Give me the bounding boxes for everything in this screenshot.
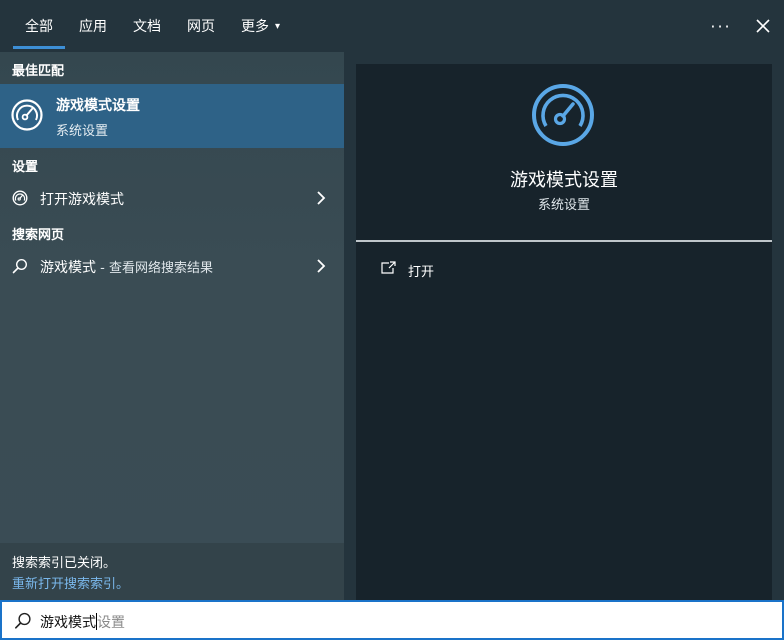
section-settings: 设置 [12, 160, 39, 175]
preview-title: 游戏模式设置 [510, 170, 618, 191]
web-item-text: 游戏模式 - 查看网络搜索结果 [40, 257, 213, 277]
pane-edge [772, 52, 784, 600]
tab-all[interactable]: 全部 [12, 0, 66, 52]
caret-down-icon: ▾ [275, 20, 281, 32]
section-web: 搜索网页 [12, 228, 65, 243]
preview-divider [356, 240, 772, 242]
chevron-right-icon [317, 259, 326, 273]
tab-documents[interactable]: 文档 [120, 0, 174, 52]
search-icon [12, 258, 28, 274]
tab-more-label: 更多 [241, 19, 269, 35]
search-box[interactable]: 游戏模式设置 [0, 600, 784, 640]
tab-web[interactable]: 网页 [174, 0, 228, 52]
search-typed-text: 游戏模式 [40, 615, 96, 631]
best-match-title: 游戏模式设置 [56, 98, 140, 114]
preview-subtitle: 系统设置 [537, 198, 590, 213]
preview-pane: 游戏模式设置 系统设置 打开 [356, 64, 772, 600]
tab-web-label: 网页 [187, 19, 215, 35]
settings-item-label: 打开游戏模式 [40, 192, 124, 208]
best-match-item[interactable]: 游戏模式设置 系统设置 [0, 84, 344, 148]
tab-all-label: 全部 [25, 19, 53, 35]
reenable-index-link[interactable]: 重新打开搜索索引。 [12, 573, 129, 592]
gauge-icon [11, 99, 43, 131]
tab-more[interactable]: 更多 ▾ [228, 0, 293, 52]
filter-tabs: 全部 应用 文档 网页 更多 ▾ [12, 0, 293, 52]
header-bar: 全部 应用 文档 网页 更多 ▾ ··· [0, 0, 784, 52]
close-button[interactable] [742, 0, 784, 52]
settings-item-open-game-mode[interactable]: 打开游戏模式 [0, 180, 344, 216]
search-input[interactable]: 游戏模式设置 [40, 612, 125, 632]
header-actions: ··· [700, 0, 784, 52]
gauge-icon [12, 190, 28, 206]
search-icon [15, 612, 31, 629]
results-pane: 最佳匹配 游戏模式设置 系统设置 设置 打开游戏模式 搜索网页 游戏模式 - 查… [0, 52, 344, 600]
tab-apps-label: 应用 [79, 19, 107, 35]
tab-apps[interactable]: 应用 [66, 0, 120, 52]
gauge-icon [532, 84, 594, 146]
pane-gap [344, 52, 356, 600]
web-item-game-mode[interactable]: 游戏模式 - 查看网络搜索结果 [0, 248, 344, 284]
chevron-right-icon [317, 191, 326, 205]
open-icon [381, 261, 396, 274]
ellipsis-icon: ··· [710, 16, 732, 36]
search-suggestion-text: 设置 [97, 615, 125, 631]
tab-documents-label: 文档 [133, 19, 161, 35]
section-best-match: 最佳匹配 [12, 64, 65, 79]
open-action-label: 打开 [408, 265, 435, 280]
search-window: 全部 应用 文档 网页 更多 ▾ ··· 最佳匹配 游戏模式设置 系统设置 设置… [0, 0, 784, 640]
open-action-button[interactable]: 打开 [356, 254, 772, 286]
index-off-text: 搜索索引已关闭。 [12, 556, 117, 571]
more-options-button[interactable]: ··· [700, 0, 742, 52]
web-item-label: 游戏模式 [40, 260, 96, 276]
web-item-hint: - 查看网络搜索结果 [96, 261, 213, 276]
close-icon [756, 19, 770, 33]
search-index-notice: 搜索索引已关闭。 重新打开搜索索引。 [0, 543, 344, 600]
best-match-subtitle: 系统设置 [56, 124, 109, 139]
